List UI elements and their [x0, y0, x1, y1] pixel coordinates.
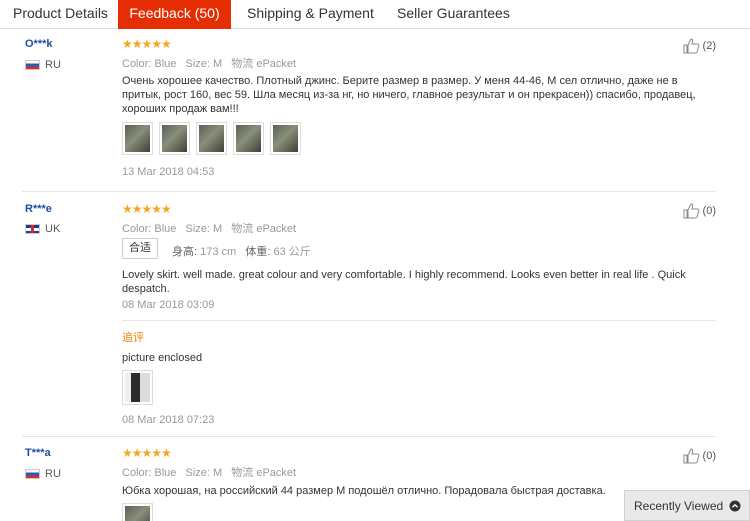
buyer-size-info: 身高: 173 cm 体重: 63 公斤 — [172, 243, 311, 259]
recently-viewed-button[interactable]: Recently Viewed — [624, 490, 750, 521]
shipping-label: 物流 — [231, 58, 254, 70]
additional-feedback-date: 08 Mar 2018 07:23 — [122, 414, 215, 426]
size-label: Size: — [185, 467, 210, 479]
buyer-country: RU — [25, 59, 61, 71]
color-label: Color: — [122, 58, 152, 70]
size-label: Size: — [185, 58, 210, 70]
helpful-count: (0) — [702, 205, 716, 217]
star-rating: ★★★★★ — [122, 202, 172, 216]
star-rating: ★★★★★ — [122, 446, 172, 460]
divider — [22, 436, 716, 437]
country-code: RU — [45, 468, 61, 480]
divider — [22, 191, 716, 192]
shipping-value: ePacket — [256, 58, 297, 70]
thumbs-up-icon — [683, 203, 699, 219]
helpful-count: (0) — [702, 450, 716, 462]
review-photo[interactable] — [233, 122, 264, 155]
shipping-label: 物流 — [231, 223, 254, 235]
order-info: Color: Blue Size: M 物流 ePacket — [122, 55, 302, 71]
additional-feedback-label: 追评 — [122, 332, 144, 344]
height-label: 身高: — [172, 246, 198, 258]
helpful-count: (2) — [702, 40, 716, 52]
color-label: Color: — [122, 467, 152, 479]
review-date: 13 Mar 2018 04:53 — [122, 166, 215, 178]
review-photo[interactable] — [159, 122, 190, 155]
order-info: Color: Blue Size: M 物流 ePacket — [122, 220, 302, 236]
buyer-name[interactable]: T***a — [25, 447, 51, 459]
thumbs-up-icon — [683, 448, 699, 464]
weight-value: 63 公斤 — [273, 246, 311, 258]
order-info: Color: Blue Size: M 物流 ePacket — [122, 464, 302, 480]
size-value: M — [213, 223, 223, 235]
review-photo[interactable] — [122, 122, 153, 155]
review-photos — [122, 370, 153, 405]
review-photo[interactable] — [196, 122, 227, 155]
review-photo[interactable] — [122, 370, 153, 405]
tab-feedback[interactable]: Feedback (50) — [118, 0, 231, 29]
review-text: Очень хорошее качество. Плотный джинс. Б… — [122, 75, 696, 115]
star-rating: ★★★★★ — [122, 37, 172, 51]
size-value: M — [213, 58, 223, 70]
buyer-name[interactable]: O***k — [25, 38, 53, 50]
review-date: 08 Mar 2018 03:09 — [122, 299, 215, 311]
country-code: RU — [45, 59, 61, 71]
color-value: Blue — [154, 223, 177, 235]
recently-viewed-label: Recently Viewed — [634, 498, 724, 513]
fit-tag: 合适 — [122, 238, 158, 259]
chevron-up-icon — [729, 500, 741, 511]
shipping-value: ePacket — [256, 467, 297, 479]
russia-flag-icon — [25, 60, 40, 70]
tab-shipping-payment[interactable]: Shipping & Payment — [247, 0, 374, 29]
shipping-label: 物流 — [231, 467, 254, 479]
additional-feedback-text: picture enclosed — [122, 352, 203, 364]
shipping-value: ePacket — [256, 223, 297, 235]
size-label: Size: — [185, 223, 210, 235]
color-label: Color: — [122, 223, 152, 235]
buyer-country: UK — [25, 223, 60, 235]
weight-label: 体重: — [245, 246, 271, 258]
height-value: 173 cm — [200, 246, 237, 258]
divider — [122, 320, 716, 321]
color-value: Blue — [154, 467, 177, 479]
buyer-country: RU — [25, 468, 61, 480]
review-text: Lovely skirt. well made. great colour an… — [122, 269, 686, 295]
tab-bar: Product Details Feedback (50) Shipping &… — [0, 0, 750, 29]
helpful-button[interactable]: (0) — [683, 448, 716, 464]
uk-flag-icon — [25, 224, 40, 234]
thumbs-up-icon — [683, 38, 699, 54]
color-value: Blue — [154, 58, 177, 70]
tab-product-details[interactable]: Product Details — [13, 0, 108, 29]
size-value: M — [213, 467, 223, 479]
review-photos — [122, 122, 301, 155]
helpful-button[interactable]: (2) — [683, 38, 716, 54]
review-photo[interactable] — [270, 122, 301, 155]
tab-seller-guarantees[interactable]: Seller Guarantees — [397, 0, 510, 29]
helpful-button[interactable]: (0) — [683, 203, 716, 219]
review-photo[interactable] — [122, 503, 153, 521]
review-photos — [122, 503, 153, 521]
buyer-name[interactable]: R***e — [25, 203, 52, 215]
country-code: UK — [45, 223, 61, 235]
russia-flag-icon — [25, 469, 40, 479]
